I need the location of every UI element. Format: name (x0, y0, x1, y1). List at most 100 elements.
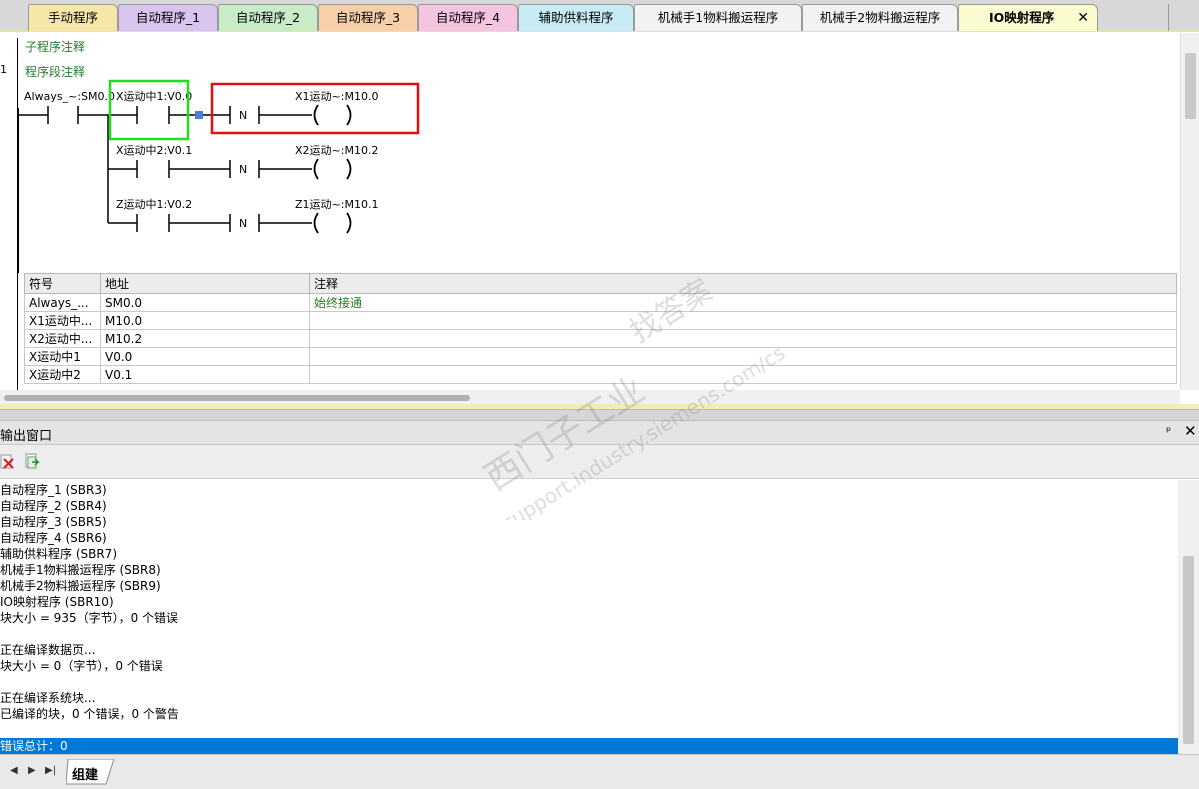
not-contact-1[interactable]: N (203, 106, 312, 124)
table-row[interactable]: X运动中2 V0.1 (24, 365, 1177, 384)
tab-label: 手动程序 (47, 10, 98, 25)
output-text-area[interactable]: 自动程序_1 (SBR3) 自动程序_2 (SBR4) 自动程序_3 (SBR5… (0, 480, 1178, 753)
coil-label: X2运动~:M10.2 (295, 144, 378, 157)
close-icon[interactable]: ✕ (1077, 5, 1089, 31)
column-header-address[interactable]: 地址 (100, 273, 310, 294)
close-icon[interactable]: ✕ (1184, 422, 1197, 440)
tab-auto-program-1[interactable]: 自动程序_1 (118, 4, 218, 31)
pin-icon[interactable]: ᵖ (1166, 424, 1171, 438)
ladder-diagram: Always_~:SM0.0 X运动中1:V0.0 N X1运动~:M10.0 (17, 79, 420, 273)
symbol-cell: X运动中2 (24, 365, 101, 384)
contact-x-moving-1[interactable]: X运动中1:V0.0 (108, 90, 197, 124)
output-line: 辅助供料程序 (SBR7) (0, 547, 118, 561)
tab-label: 自动程序_1 (135, 10, 201, 25)
tab-label: 机械手1物料搬运程序 (657, 10, 779, 25)
contact-label: Z运动中1:V0.2 (116, 198, 192, 211)
tab-auto-program-4[interactable]: 自动程序_4 (418, 4, 518, 31)
output-error-total: 错误总计：0 (0, 738, 1178, 754)
tab-build[interactable]: 组建 (66, 759, 116, 785)
tab-label: 机械手2物料搬运程序 (819, 10, 941, 25)
column-header-symbol[interactable]: 符号 (24, 273, 101, 294)
symbol-cell: X1运动中... (24, 311, 101, 330)
clear-output-icon[interactable] (0, 453, 16, 471)
contact-label: Always_~:SM0.0 (24, 90, 115, 103)
address-cell: V0.1 (100, 365, 310, 384)
output-line: 自动程序_4 (SBR6) (0, 531, 107, 545)
output-window-title-bar: 输出窗口 ᵖ ✕ (0, 421, 1199, 445)
output-line: 正在编译数据页... (0, 643, 96, 657)
first-tab-icon[interactable]: ◀ (10, 765, 18, 776)
output-line: IO映射程序 (SBR10) (0, 595, 114, 609)
output-line: 机械手1物料搬运程序 (SBR8) (0, 563, 161, 577)
tab-label: 自动程序_4 (435, 10, 501, 25)
not-contact-2[interactable]: N (229, 160, 312, 178)
tab-label: 辅助供料程序 (538, 10, 614, 25)
contact-label: X运动中1:V0.0 (116, 90, 192, 103)
not-label: N (239, 217, 247, 230)
table-row[interactable]: X1运动中... M10.0 (24, 311, 1177, 330)
output-line: 已编译的块，0 个错误，0 个警告 (0, 707, 179, 721)
tab-label: IO映射程序 (989, 10, 1055, 25)
program-editor: 子程序注释 1 程序段注释 Always_~:SM0.0 X运动中1:V0.0 (0, 33, 1199, 409)
tab-io-mapping-program[interactable]: IO映射程序 ✕ (958, 4, 1098, 31)
tab-robot2-transfer-program[interactable]: 机械手2物料搬运程序 (802, 4, 958, 31)
tab-robot1-transfer-program[interactable]: 机械手1物料搬运程序 (634, 4, 802, 31)
scrollbar-thumb[interactable] (1185, 53, 1196, 119)
coil-label: X1运动~:M10.0 (295, 90, 378, 103)
comment-cell (309, 311, 1177, 330)
contact-always-on[interactable]: Always_~:SM0.0 (18, 90, 115, 124)
not-contact-3[interactable]: N (229, 214, 312, 232)
contact-label: X运动中2:V0.1 (116, 144, 192, 157)
output-line: 块大小 = 0（字节），0 个错误 (0, 659, 163, 673)
tab-aux-feed-program[interactable]: 辅助供料程序 (518, 4, 634, 31)
output-vertical-scrollbar[interactable] (1178, 480, 1199, 754)
table-row[interactable]: Always_... SM0.0 始终接通 (24, 293, 1177, 312)
contact-x-moving-2[interactable]: X运动中2:V0.1 (108, 144, 230, 178)
pane-splitter[interactable] (0, 409, 1199, 421)
output-window-title: 输出窗口 (0, 429, 53, 444)
output-tab-bar: ◀ ▶ ▶| 组建 (0, 754, 1199, 789)
comment-cell: 始终接通 (309, 293, 1177, 312)
address-cell: V0.0 (100, 347, 310, 366)
tab-overflow-area (1168, 4, 1199, 31)
address-cell: M10.0 (100, 311, 310, 330)
tab-label: 自动程序_2 (235, 10, 301, 25)
scrollbar-thumb[interactable] (1183, 556, 1194, 744)
coil-label: Z1运动~:M10.1 (295, 198, 378, 211)
column-header-comment[interactable]: 注释 (309, 273, 1177, 294)
table-row[interactable]: X运动中1 V0.0 (24, 347, 1177, 366)
output-line: 机械手2物料搬运程序 (SBR9) (0, 579, 161, 593)
editor-tab-strip: 手动程序 自动程序_1 自动程序_2 自动程序_3 自动程序_4 辅助供料程序 … (0, 0, 1199, 32)
output-line: 块大小 = 935（字节），0 个错误 (0, 611, 179, 625)
selection-cursor[interactable] (195, 111, 203, 119)
contact-z-moving-1[interactable]: Z运动中1:V0.2 (108, 198, 230, 232)
tab-auto-program-3[interactable]: 自动程序_3 (318, 4, 418, 31)
scrollbar-thumb[interactable] (4, 395, 470, 401)
tab-manual-program[interactable]: 手动程序 (28, 4, 118, 31)
table-row[interactable]: X2运动中... M10.2 (24, 329, 1177, 348)
last-tab-icon[interactable]: ▶| (45, 765, 56, 776)
tab-label: 组建 (72, 768, 99, 783)
comment-cell (309, 347, 1177, 366)
output-line: 自动程序_3 (SBR5) (0, 515, 107, 529)
coil-z1-moving[interactable]: Z1运动~:M10.1 (295, 198, 378, 234)
not-label: N (239, 109, 247, 122)
symbol-table-header: 符号 地址 注释 (24, 273, 1177, 294)
editor-horizontal-scrollbar[interactable] (0, 390, 1180, 404)
comment-cell (309, 365, 1177, 384)
next-tab-icon[interactable]: ▶ (28, 765, 36, 776)
copy-output-icon[interactable] (24, 453, 40, 471)
symbol-table: 符号 地址 注释 Always_... SM0.0 始终接通 X1运动中... … (24, 273, 1177, 384)
output-line: 自动程序_2 (SBR4) (0, 499, 107, 513)
address-cell: SM0.0 (100, 293, 310, 312)
address-cell: M10.2 (100, 329, 310, 348)
coil-x2-moving[interactable]: X2运动~:M10.2 (295, 144, 378, 180)
coil-x1-moving[interactable]: X1运动~:M10.0 (295, 90, 378, 126)
tab-auto-program-2[interactable]: 自动程序_2 (218, 4, 318, 31)
output-toolbar (0, 445, 1199, 479)
editor-vertical-scrollbar[interactable] (1180, 33, 1199, 390)
comment-cell (309, 329, 1177, 348)
tab-label: 自动程序_3 (335, 10, 401, 25)
output-line: 正在编译系统块... (0, 691, 96, 705)
output-line: 自动程序_1 (SBR3) (0, 483, 107, 497)
